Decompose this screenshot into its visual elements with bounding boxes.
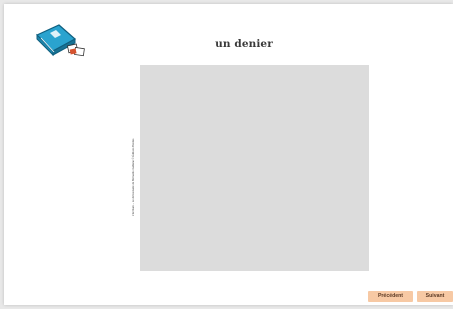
flashcard-page: un denier L'Ecriture – Le dictionnaire d… bbox=[4, 4, 453, 305]
previous-button[interactable]: Précédent bbox=[368, 291, 413, 302]
book-logo-icon bbox=[35, 23, 87, 61]
image-credit: L'Ecriture – Le dictionnaire de Bernardo… bbox=[132, 138, 135, 216]
card-image bbox=[140, 65, 369, 271]
card-title: un denier bbox=[215, 38, 273, 50]
next-button[interactable]: Suivant bbox=[417, 291, 453, 302]
